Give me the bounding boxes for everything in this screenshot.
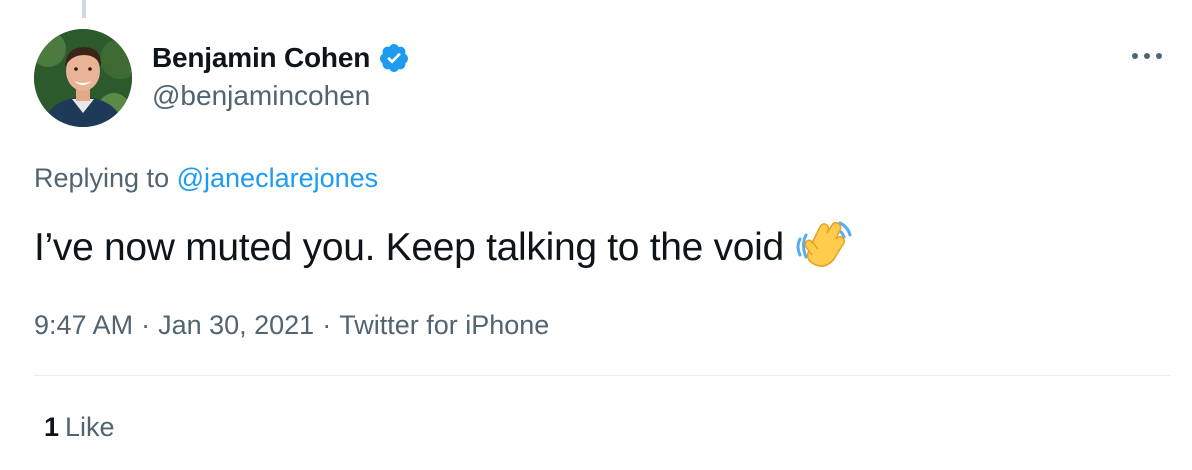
more-horizontal-icon	[1132, 53, 1138, 59]
divider	[34, 375, 1170, 376]
reply-mention-link[interactable]: @janeclarejones	[177, 163, 379, 193]
replying-to-prefix: Replying to	[34, 163, 170, 193]
author-row: Benjamin Cohen	[152, 40, 410, 76]
verified-badge-icon	[378, 42, 410, 74]
tweet-text: I’ve now muted you. Keep talking to the …	[34, 226, 784, 269]
likes-stat-link[interactable]: 1 Like	[44, 412, 115, 443]
meta-separator: ·	[141, 310, 151, 340]
likes-count: 1	[44, 412, 60, 442]
tweet-body: I’ve now muted you. Keep talking to the …	[34, 221, 852, 271]
more-horizontal-icon-dot	[1156, 53, 1162, 59]
replying-to: Replying to @janeclarejones	[34, 163, 378, 194]
avatar[interactable]	[34, 29, 132, 127]
author-handle[interactable]: @benjamincohen	[152, 80, 370, 112]
thread-connector-line	[82, 0, 86, 18]
meta-separator: ·	[322, 310, 332, 340]
more-options-button[interactable]	[1132, 46, 1172, 66]
more-horizontal-icon-dot	[1144, 53, 1150, 59]
waving-hand-emoji-icon	[794, 217, 852, 271]
likes-label: Like	[65, 412, 115, 442]
tweet-time[interactable]: 9:47 AM	[34, 310, 133, 340]
avatar-photo	[34, 29, 132, 127]
author-display-name[interactable]: Benjamin Cohen	[152, 42, 370, 74]
tweet-metadata: 9:47 AM · Jan 30, 2021 · Twitter for iPhone	[34, 310, 549, 341]
tweet-date[interactable]: Jan 30, 2021	[158, 310, 314, 340]
tweet-source-link[interactable]: Twitter for iPhone	[339, 310, 549, 340]
